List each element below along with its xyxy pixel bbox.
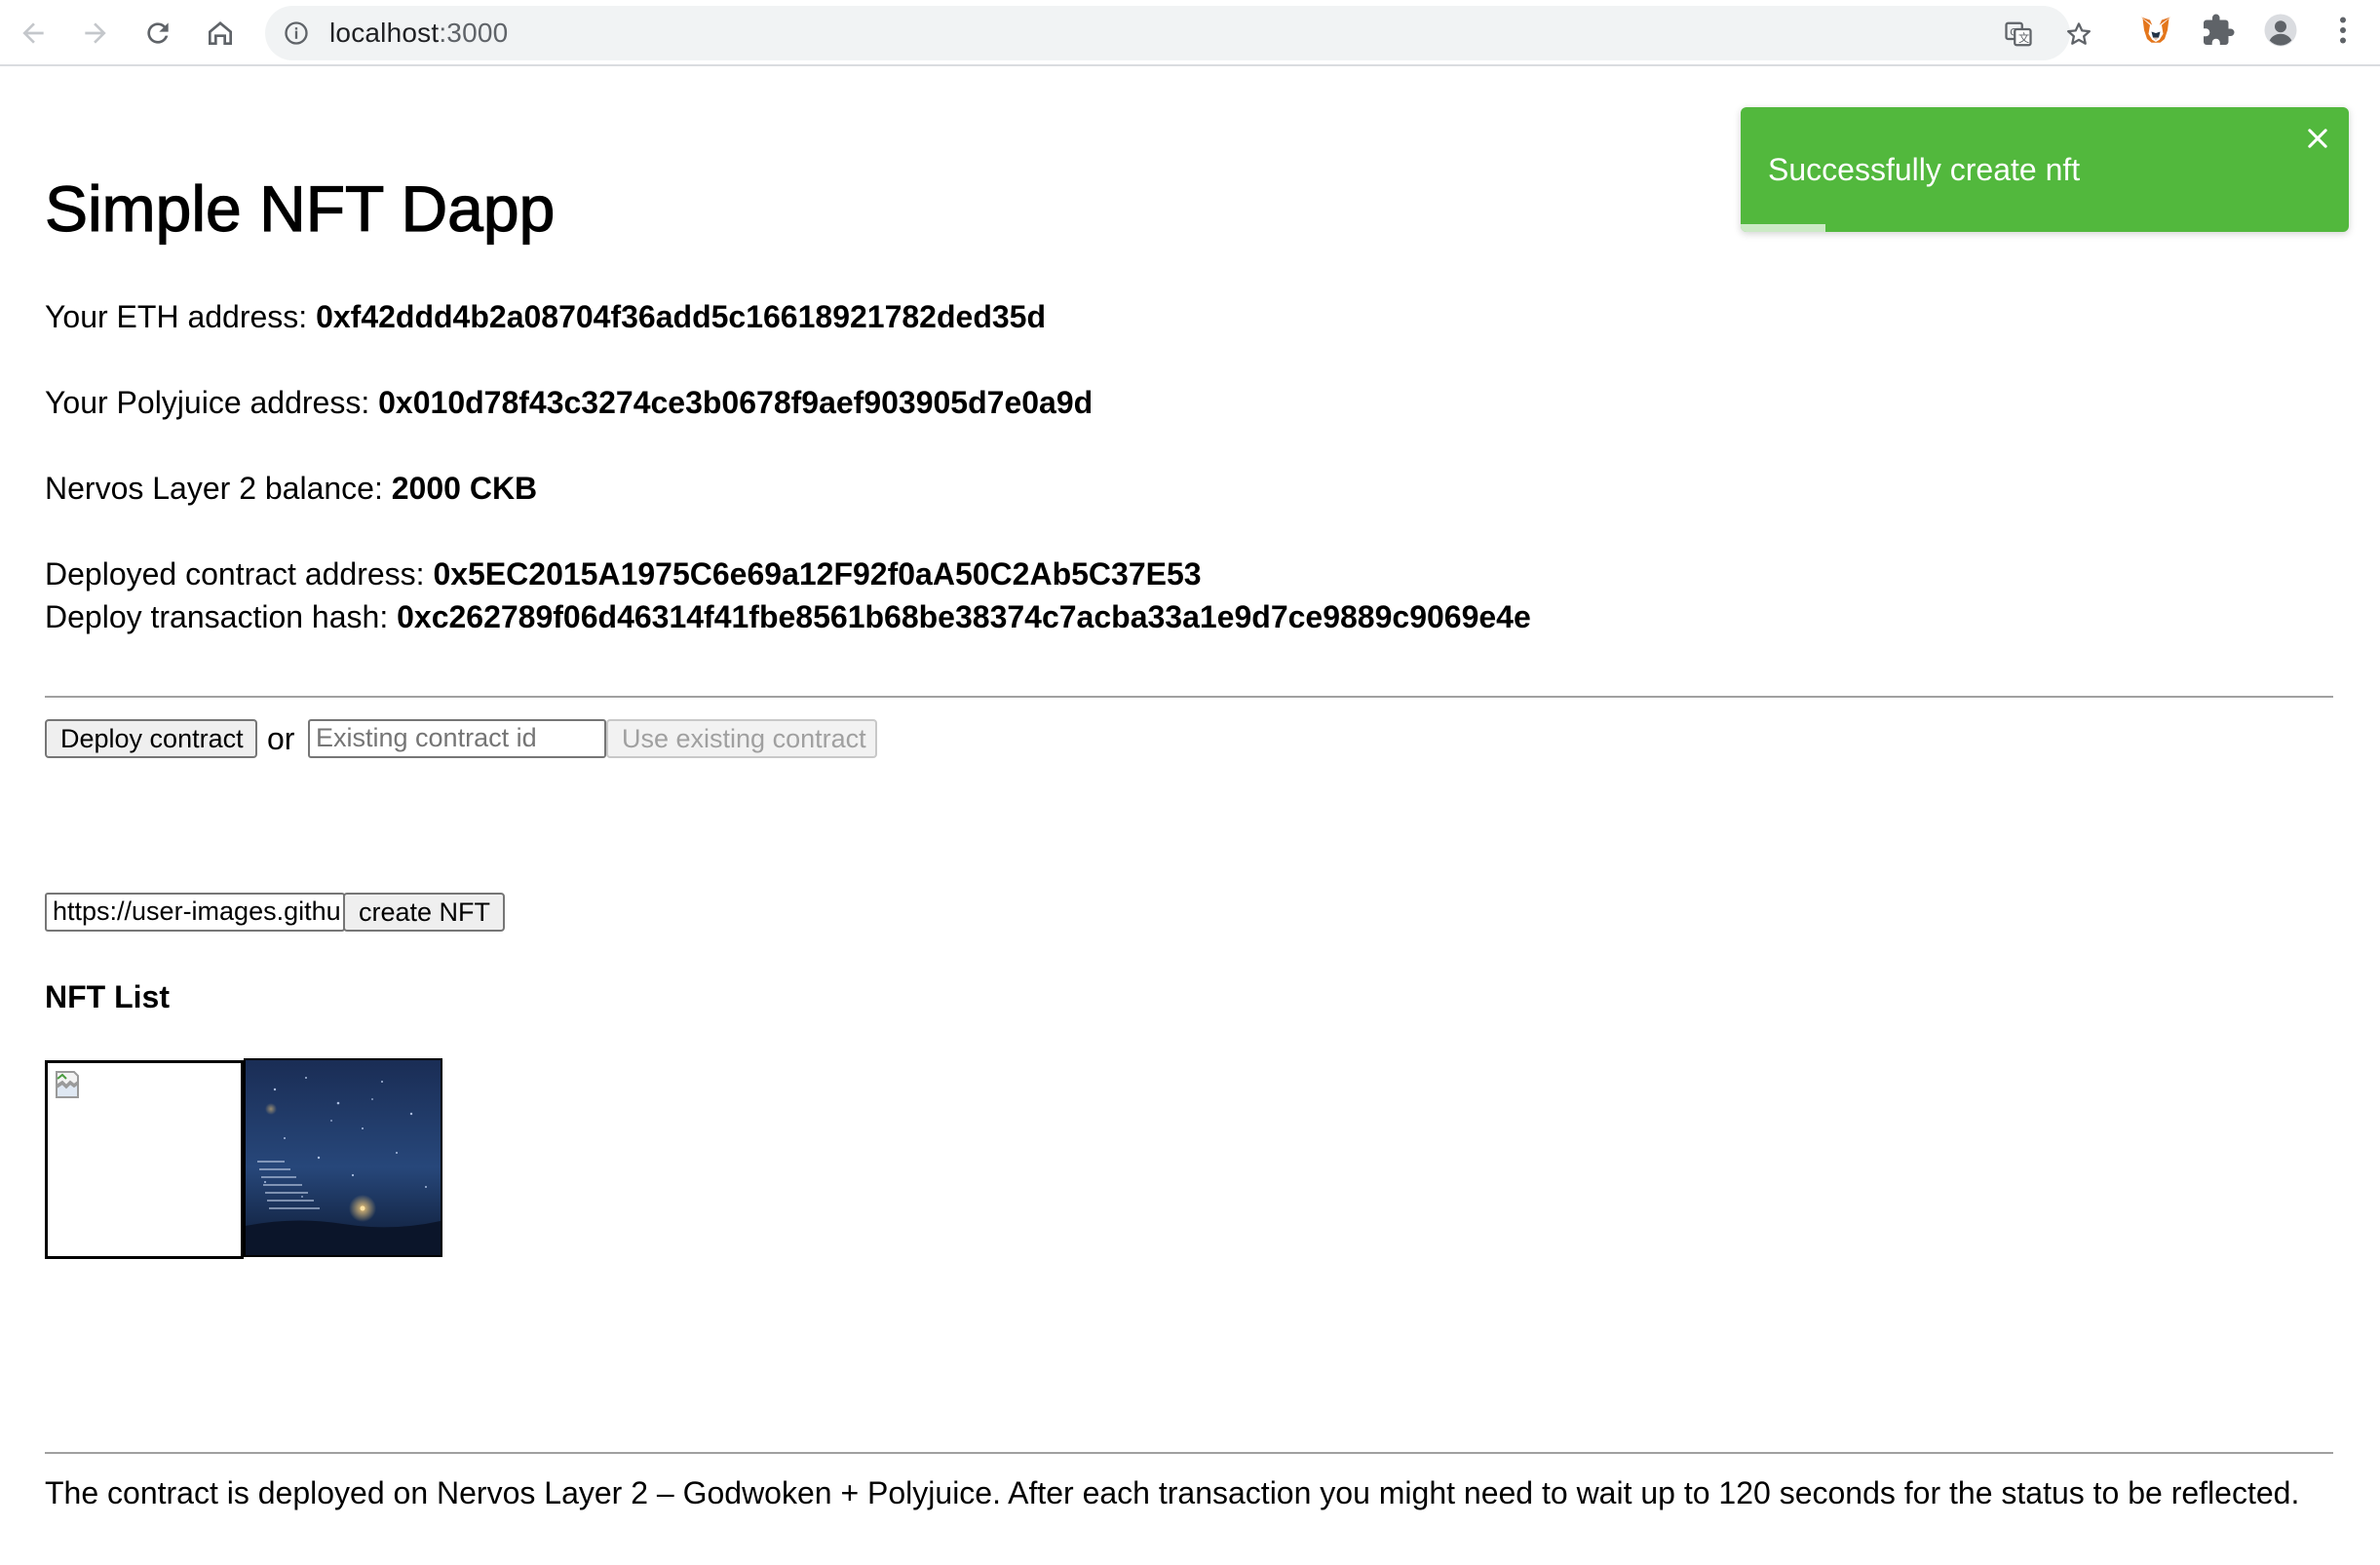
url-text: localhost:3000	[329, 19, 508, 48]
back-icon	[22, 22, 44, 44]
eth-address-value: 0xf42ddd4b2a08704f36add5c16618921782ded3…	[316, 299, 1046, 334]
polyjuice-address-value: 0x010d78f43c3274ce3b0678f9aef903905d7e0a…	[378, 385, 1094, 420]
home-button[interactable]	[199, 12, 242, 55]
balance-label: Nervos Layer 2 balance:	[45, 471, 392, 506]
bookmark-star-icon[interactable]	[2064, 19, 2093, 49]
broken-image-icon	[56, 1071, 79, 1098]
deploy-tx-label: Deploy transaction hash:	[45, 599, 398, 634]
forward-icon	[85, 22, 106, 44]
reload-button[interactable]	[136, 12, 179, 55]
page-title: Simple NFT Dapp	[44, 172, 556, 245]
eth-address-line: Your ETH address: 0xf42ddd4b2a08704f36ad…	[45, 296, 1046, 337]
use-existing-contract-button[interactable]: Use existing contract	[606, 719, 877, 758]
extensions-puzzle-icon[interactable]	[2201, 13, 2236, 48]
url-port: :3000	[439, 18, 509, 48]
contract-address-value: 0x5EC2015A1975C6e69a12F92f0aA50C2Ab5C37E…	[433, 556, 1202, 592]
contract-address-line: Deployed contract address: 0x5EC2015A197…	[45, 553, 1202, 594]
nft-item-broken-image	[45, 1060, 244, 1259]
balance-line: Nervos Layer 2 balance: 2000 CKB	[45, 468, 537, 509]
translate-icon[interactable]: G文	[2004, 19, 2033, 49]
balance-value: 2000 CKB	[391, 471, 538, 506]
forward-button[interactable]	[74, 12, 117, 55]
divider-top	[45, 696, 2333, 698]
contract-address-label: Deployed contract address:	[45, 556, 434, 592]
site-info-icon[interactable]	[283, 19, 310, 47]
metamask-fox-icon[interactable]	[2138, 13, 2173, 48]
or-text: or	[267, 721, 295, 756]
deploy-tx-value: 0xc262789f06d46314f41fbe8561b68be38374c7…	[397, 599, 1531, 634]
back-button[interactable]	[12, 12, 55, 55]
reload-icon	[147, 22, 169, 44]
footer-note: The contract is deployed on Nervos Layer…	[45, 1475, 2300, 1510]
nft-item-image	[244, 1058, 442, 1257]
menu-kebab-icon[interactable]	[2325, 13, 2361, 48]
deploy-contract-button[interactable]: Deploy contract	[45, 719, 257, 758]
toast-progress-track	[1741, 224, 2349, 232]
svg-text:文: 文	[2018, 31, 2029, 45]
toast-message: Successfully create nft	[1768, 152, 2081, 187]
nft-url-input[interactable]: https://user-images.githu	[45, 893, 345, 932]
nft-list-heading: NFT List	[45, 979, 170, 1014]
polyjuice-address-line: Your Polyjuice address: 0x010d78f43c3274…	[45, 382, 1093, 423]
address-bar[interactable]: localhost:3000 G文	[265, 6, 2091, 60]
create-nft-button[interactable]: create NFT	[343, 893, 505, 932]
url-host: localhost	[329, 18, 440, 48]
existing-contract-input[interactable]: Existing contract id	[308, 719, 606, 758]
deploy-tx-line: Deploy transaction hash: 0xc262789f06d46…	[45, 596, 1531, 637]
polyjuice-address-label: Your Polyjuice address:	[45, 385, 379, 420]
close-icon[interactable]	[2304, 125, 2331, 152]
eth-address-label: Your ETH address:	[45, 299, 317, 334]
profile-avatar-icon[interactable]	[2263, 13, 2298, 48]
home-icon	[209, 21, 232, 45]
success-toast[interactable]: Successfully create nft	[1741, 107, 2349, 232]
night-sky-stairs-image	[246, 1060, 441, 1255]
browser-toolbar: localhost:3000 G文	[0, 0, 2380, 66]
toast-progress-bar	[1741, 224, 1826, 232]
divider-bottom	[45, 1452, 2333, 1454]
page-content: Simple NFT Dapp Your ETH address: 0xf42d…	[0, 68, 2380, 1565]
